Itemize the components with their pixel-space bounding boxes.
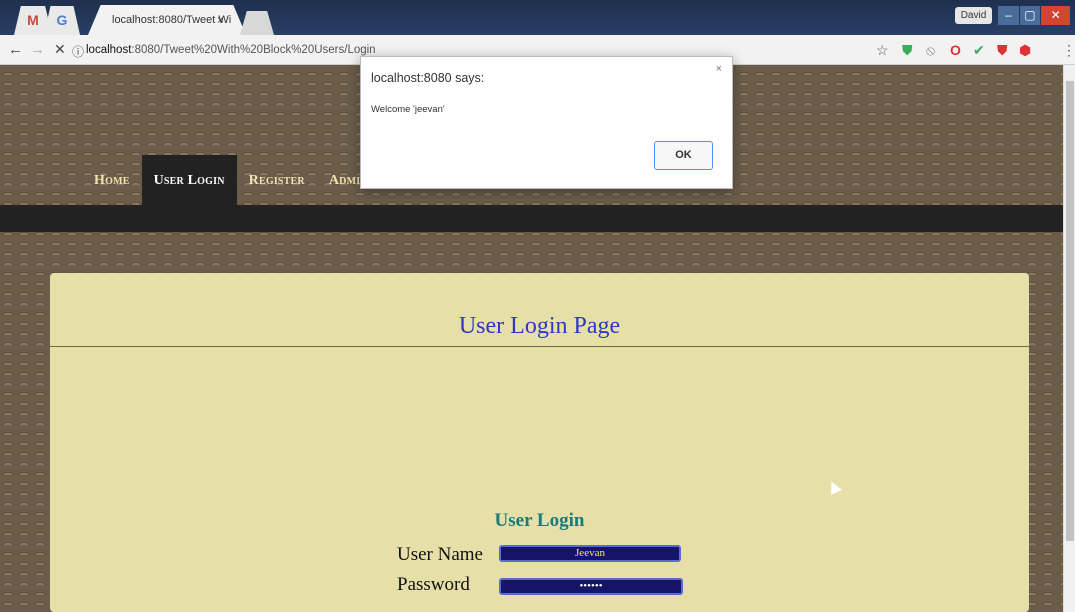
opera-extension-icon[interactable]: O bbox=[950, 42, 961, 58]
password-input[interactable]: •••••• bbox=[499, 578, 683, 595]
adblock-extension-icon[interactable]: ⬢ bbox=[1019, 42, 1031, 58]
ublock-extension-icon[interactable]: ⛊ bbox=[997, 42, 1008, 58]
maximize-button[interactable]: ▢ bbox=[1019, 6, 1041, 25]
title-divider bbox=[50, 346, 1029, 347]
close-window-button[interactable]: ✕ bbox=[1041, 6, 1071, 25]
window-controls: – ▢ ✕ bbox=[998, 6, 1071, 25]
active-tab[interactable]: localhost:8080/Tweet Wi × bbox=[88, 5, 246, 35]
content-panel: User Login Page User Login User Name Jee… bbox=[50, 273, 1029, 612]
main-nav: Home User Login Register Admin bbox=[82, 155, 380, 205]
block-extension-icon[interactable]: ⦸ bbox=[926, 42, 935, 58]
check-extension-icon[interactable]: ✔ bbox=[973, 42, 985, 58]
bookmark-star-icon[interactable]: ☆ bbox=[876, 42, 889, 58]
dialog-title: localhost:8080 says: bbox=[371, 71, 485, 85]
tab-close-icon[interactable]: × bbox=[217, 5, 224, 35]
nav-register[interactable]: Register bbox=[237, 155, 317, 205]
username-input[interactable]: Jeevan bbox=[499, 545, 681, 562]
password-label: Password bbox=[397, 574, 470, 595]
alert-dialog: localhost:8080 says: × Welcome 'jeevan' … bbox=[360, 56, 733, 189]
page-scrollbar[interactable] bbox=[1063, 65, 1075, 612]
username-label: User Name bbox=[397, 544, 483, 565]
shield-extension-icon[interactable]: ⛊ bbox=[902, 42, 913, 58]
tab-title: localhost:8080/Tweet Wi bbox=[112, 14, 232, 26]
url-field[interactable]: localhost:8080/Tweet%20With%20Block%20Us… bbox=[86, 41, 376, 59]
nav-home[interactable]: Home bbox=[82, 155, 142, 205]
back-icon[interactable]: ← bbox=[8, 41, 23, 58]
dialog-ok-button[interactable]: OK bbox=[654, 141, 713, 170]
profile-button[interactable]: David bbox=[955, 7, 992, 24]
nav-user-login[interactable]: User Login bbox=[141, 155, 237, 205]
stop-icon[interactable]: ✕ bbox=[54, 41, 66, 58]
info-icon[interactable]: ⓘ bbox=[72, 43, 84, 60]
url-path: :8080/Tweet%20With%20Block%20Users/Login bbox=[131, 44, 376, 56]
dialog-close-icon[interactable]: × bbox=[716, 63, 722, 75]
nav-band bbox=[0, 205, 1063, 232]
dialog-message: Welcome 'jeevan' bbox=[371, 104, 445, 115]
forward-icon[interactable]: → bbox=[30, 41, 45, 58]
scrollbar-thumb[interactable] bbox=[1066, 81, 1074, 541]
minimize-button[interactable]: – bbox=[998, 6, 1019, 25]
url-host: localhost bbox=[86, 44, 132, 56]
browser-menu-icon[interactable]: ⋮ bbox=[1062, 42, 1075, 58]
page-title: User Login Page bbox=[458, 313, 621, 339]
form-title: User Login bbox=[494, 510, 585, 531]
